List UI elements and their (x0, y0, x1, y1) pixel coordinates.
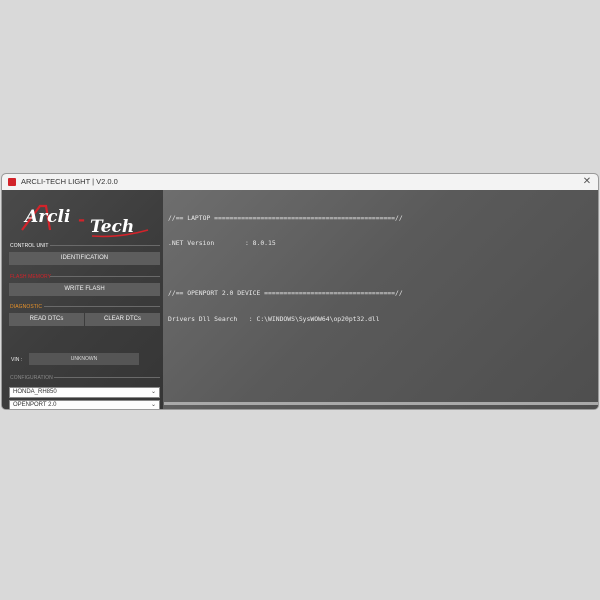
logo-text-arcli: Arcli (23, 207, 70, 227)
clear-dtcs-button[interactable]: CLEAR DTCs (85, 313, 160, 326)
divider (54, 377, 160, 378)
section-label: CONFIGURATION (10, 375, 53, 381)
ecu-select-value: HONDA_RH850 (13, 389, 57, 395)
app-icon (8, 178, 16, 186)
section-label: CONTROL UNIT (10, 243, 49, 249)
close-icon[interactable]: ✕ (580, 175, 594, 189)
divider (44, 306, 160, 307)
divider (50, 245, 160, 246)
ecu-select[interactable]: HONDA_RH850 ⌄ (9, 387, 160, 398)
chevron-down-icon: ⌄ (150, 389, 156, 395)
app-window: ARCLI-TECH LIGHT | V2.0.0 ✕ Arcli - Tech… (1, 173, 599, 410)
vin-field: UNKNOWN (29, 353, 139, 365)
console-line: .NET Version : 8.0.15 (168, 239, 276, 248)
section-label: DIAGNOSTIC (10, 304, 43, 310)
section-label: FLASH MEMORY (10, 274, 52, 280)
console-panel[interactable]: //== LAPTOP ============================… (163, 190, 598, 409)
divider (50, 276, 160, 277)
section-control-unit: CONTROL UNIT (10, 243, 160, 249)
chevron-down-icon: ⌄ (150, 402, 156, 408)
read-dtcs-button[interactable]: READ DTCs (9, 313, 84, 326)
write-flash-button[interactable]: WRITE FLASH (9, 283, 160, 296)
section-flash-memory: FLASH MEMORY (10, 274, 160, 280)
interface-select[interactable]: OPENPORT 2.0 ⌄ (9, 400, 160, 409)
arcli-tech-logo: Arcli - Tech (21, 204, 149, 238)
console-line: //== OPENPORT 2.0 DEVICE ===============… (168, 289, 403, 298)
interface-select-value: OPENPORT 2.0 (13, 402, 57, 408)
sidebar: Arcli - Tech CONTROL UNIT IDENTIFICATION… (2, 190, 163, 409)
console-output: //== LAPTOP ============================… (168, 197, 403, 340)
window-title: ARCLI-TECH LIGHT | V2.0.0 (21, 177, 118, 186)
title-bar[interactable]: ARCLI-TECH LIGHT | V2.0.0 ✕ (2, 174, 598, 190)
console-line: //== LAPTOP ============================… (168, 213, 403, 222)
section-configuration: CONFIGURATION (10, 375, 160, 381)
logo-dash: - (78, 210, 85, 230)
console-line: Drivers Dll Search : C:\WINDOWS\SysWOW64… (168, 314, 380, 323)
identification-button[interactable]: IDENTIFICATION (9, 252, 160, 265)
horizontal-scrollbar[interactable] (164, 402, 598, 405)
vin-label: VIN : (11, 357, 23, 363)
section-diagnostic: DIAGNOSTIC (10, 304, 160, 310)
